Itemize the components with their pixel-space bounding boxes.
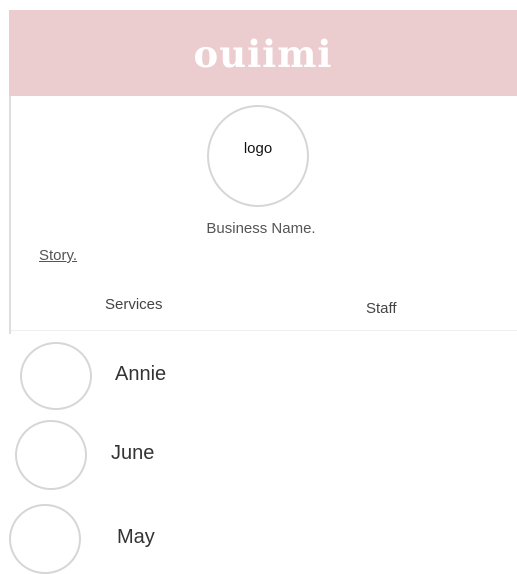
staff-name: May <box>117 526 155 548</box>
staff-item-may[interactable]: May <box>9 504 209 574</box>
business-name: Business Name. <box>206 220 316 237</box>
business-logo[interactable]: logo <box>207 105 309 207</box>
staff-item-annie[interactable]: Annie <box>20 342 220 410</box>
avatar <box>9 504 81 574</box>
story-link[interactable]: Story. <box>39 247 77 264</box>
header-banner: ouiimi <box>9 10 517 96</box>
tab-staff[interactable]: Staff <box>366 300 397 317</box>
avatar <box>20 342 92 410</box>
left-border <box>9 96 11 334</box>
avatar <box>15 420 87 490</box>
staff-name: Annie <box>115 363 167 385</box>
tab-services[interactable]: Services <box>105 296 163 313</box>
staff-item-june[interactable]: June <box>15 420 215 490</box>
brand-logo-text: ouiimi <box>193 32 333 76</box>
staff-name: June <box>111 442 155 464</box>
tabs-divider <box>11 330 517 331</box>
logo-label: logo <box>243 140 273 157</box>
